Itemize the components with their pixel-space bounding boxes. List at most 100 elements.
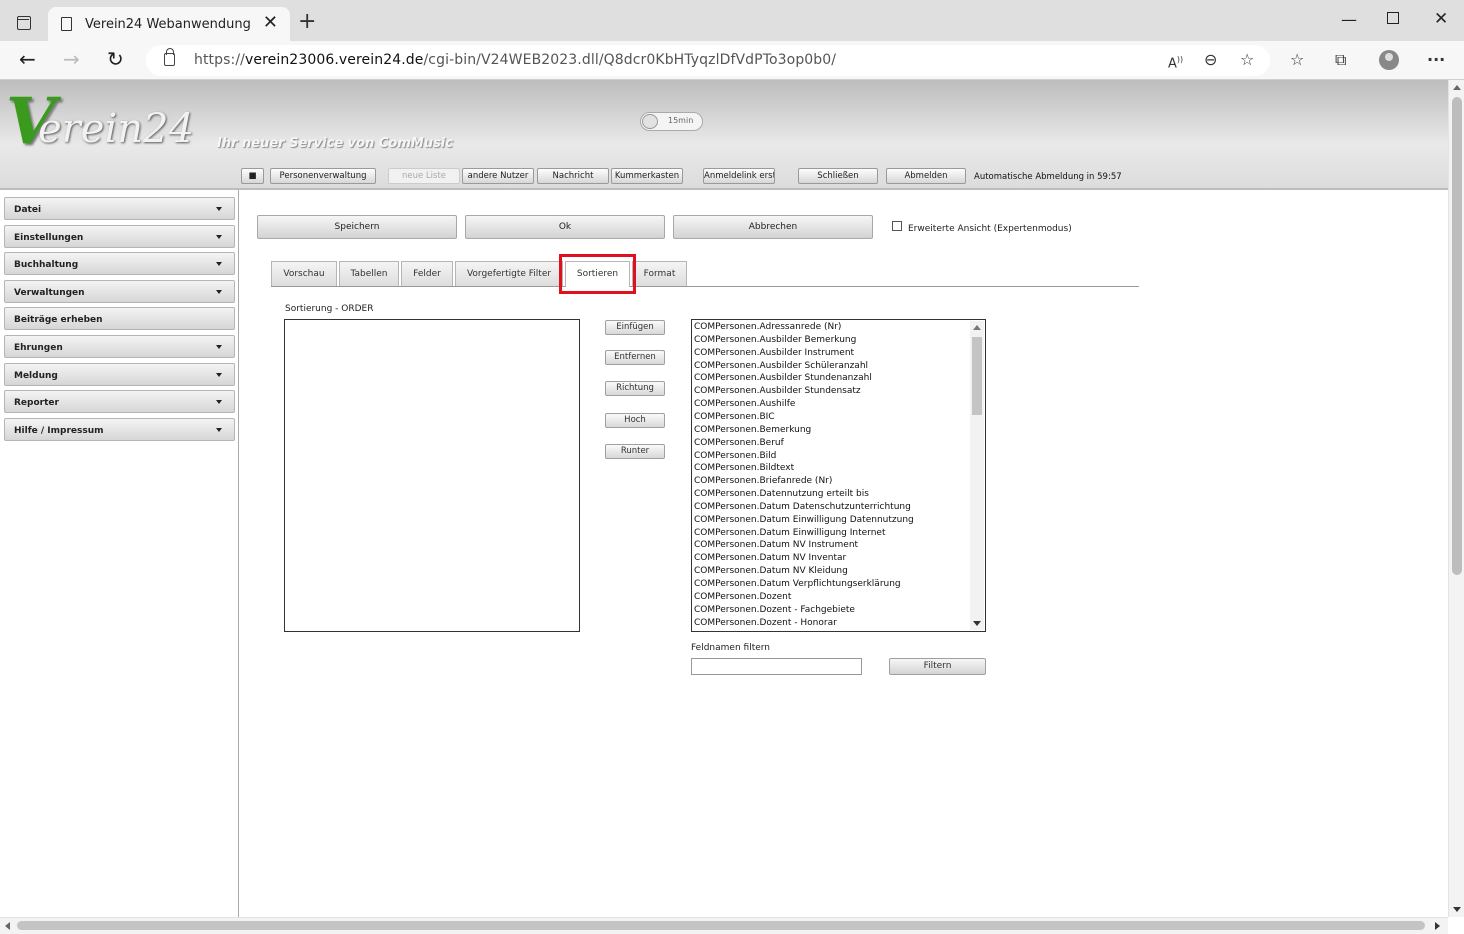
- field-list-item[interactable]: COMPersonen.Ausbilder Instrument: [694, 348, 854, 358]
- save-button[interactable]: Speichern: [257, 215, 457, 239]
- collections-icon[interactable]: ⧉: [1335, 51, 1346, 69]
- logo-text: erein24: [38, 106, 194, 152]
- nachricht-button[interactable]: Nachricht: [537, 168, 609, 184]
- neue-liste-button[interactable]: neue Liste: [388, 168, 460, 184]
- field-list-item[interactable]: COMPersonen.Beruf: [694, 438, 784, 448]
- field-list-item[interactable]: COMPersonen.Datum Datenschutzunterrichtu…: [694, 502, 911, 512]
- ok-button[interactable]: Ok: [465, 215, 665, 239]
- field-list-item[interactable]: COMPersonen.Datum NV Inventar: [694, 553, 846, 563]
- tab-felder[interactable]: Felder: [401, 261, 453, 287]
- filter-button[interactable]: Filtern: [889, 658, 986, 675]
- forward-icon[interactable]: →: [63, 49, 80, 69]
- direction-button[interactable]: Richtung: [605, 381, 665, 396]
- field-list-item[interactable]: COMPersonen.Ausbilder Stundensatz: [694, 386, 861, 396]
- sidebar-item-label: Buchhaltung: [14, 260, 79, 270]
- field-list-item[interactable]: COMPersonen.Datum NV Kleidung: [694, 566, 848, 576]
- scrollbar-thumb[interactable]: [1452, 97, 1462, 575]
- field-list-item[interactable]: COMPersonen.Adressanrede (Nr): [694, 322, 841, 332]
- field-list-item[interactable]: COMPersonen.Dozent: [694, 592, 791, 602]
- caret-down-icon: [216, 235, 222, 239]
- field-filter-input[interactable]: [691, 658, 862, 675]
- field-list-item[interactable]: COMPersonen.BIC: [694, 412, 775, 422]
- field-list-item[interactable]: COMPersonen.Aushilfe: [694, 399, 795, 409]
- anmeldelink-button[interactable]: Anmeldelink erst: [703, 168, 775, 184]
- sort-order-label: Sortierung - ORDER: [285, 304, 374, 314]
- schliessen-button[interactable]: Schließen: [798, 168, 878, 184]
- scrollbar-thumb[interactable]: [972, 337, 982, 415]
- tab-vorschau[interactable]: Vorschau: [271, 261, 337, 287]
- sidebar-item-buchhaltung[interactable]: Buchhaltung: [4, 252, 235, 275]
- field-list-item[interactable]: COMPersonen.Datum Verpflichtungserklärun…: [694, 579, 901, 589]
- field-list-item[interactable]: COMPersonen.Ausbilder Stundenanzahl: [694, 373, 872, 383]
- sidebar-item-label: Reporter: [14, 398, 59, 408]
- field-list-item[interactable]: COMPersonen.Datennutzung erteilt bis: [694, 489, 869, 499]
- abmelden-button[interactable]: Abmelden: [886, 168, 966, 184]
- personenverwaltung-button[interactable]: Personenverwaltung: [270, 168, 376, 184]
- sidebar-item-beitraege[interactable]: Beiträge erheben: [4, 307, 235, 330]
- close-window-icon[interactable]: ✕: [1434, 9, 1448, 29]
- profile-avatar[interactable]: [1379, 50, 1399, 70]
- move-down-button[interactable]: Runter: [605, 444, 665, 459]
- andere-nutzer-button[interactable]: andere Nutzer: [462, 168, 534, 184]
- tab-vorgefertigte-filter[interactable]: Vorgefertigte Filter: [455, 261, 563, 287]
- field-list[interactable]: COMPersonen.Adressanrede (Nr) COMPersonen…: [691, 319, 986, 632]
- scroll-right-arrow-icon[interactable]: [1435, 922, 1440, 930]
- page-vertical-scrollbar[interactable]: [1448, 80, 1464, 917]
- sidebar-item-hilfe[interactable]: Hilfe / Impressum: [4, 418, 235, 441]
- tab-format[interactable]: Format: [632, 261, 687, 287]
- close-tab-icon[interactable]: ✕: [263, 14, 278, 32]
- kummerkasten-button[interactable]: Kummerkasten: [611, 168, 683, 184]
- insert-button[interactable]: Einfügen: [605, 320, 665, 335]
- field-list-item[interactable]: COMPersonen.Bild: [694, 451, 776, 461]
- field-list-item[interactable]: COMPersonen.Briefanrede (Nr): [694, 476, 832, 486]
- menu-square-button[interactable]: ■: [241, 168, 264, 184]
- new-tab-icon[interactable]: +: [298, 11, 316, 33]
- url-field[interactable]: https://verein23006.verein24.de/cgi-bin/…: [146, 45, 1270, 76]
- scroll-down-arrow-icon[interactable]: [973, 621, 981, 626]
- browser-tab-bar: Verein24 Webanwendung ✕ + — ✕: [0, 0, 1464, 41]
- field-list-item[interactable]: COMPersonen.Bildtext: [694, 463, 794, 473]
- sidebar: Datei Einstellungen Buchhaltung Verwaltu…: [0, 190, 239, 917]
- field-list-item[interactable]: COMPersonen.Ausbilder Bemerkung: [694, 335, 856, 345]
- field-list-item[interactable]: COMPersonen.Dozent - Fachgebiete: [694, 605, 855, 615]
- field-list-item[interactable]: COMPersonen.Dozent - Honorar: [694, 618, 837, 628]
- field-list-item[interactable]: COMPersonen.Datum Einwilligung Internet: [694, 528, 885, 538]
- zoom-out-icon[interactable]: ⊖: [1204, 51, 1217, 69]
- browser-tab[interactable]: Verein24 Webanwendung ✕: [48, 7, 290, 41]
- maximize-icon[interactable]: [1387, 12, 1399, 24]
- sidebar-item-datei[interactable]: Datei: [4, 197, 235, 220]
- read-aloud-icon[interactable]: A)): [1168, 51, 1183, 73]
- scrollbar-thumb[interactable]: [17, 921, 1425, 930]
- back-icon[interactable]: ←: [19, 49, 36, 69]
- sidebar-item-verwaltungen[interactable]: Verwaltungen: [4, 280, 235, 303]
- field-list-scrollbar[interactable]: [970, 321, 984, 630]
- minimize-icon[interactable]: —: [1341, 10, 1357, 29]
- scroll-up-arrow-icon[interactable]: [1453, 85, 1461, 90]
- tab-tabellen[interactable]: Tabellen: [339, 261, 399, 287]
- page-horizontal-scrollbar[interactable]: [0, 917, 1448, 934]
- expert-mode-checkbox[interactable]: [892, 221, 902, 231]
- menu-dots-icon[interactable]: ···: [1427, 51, 1445, 69]
- tab-actions-icon[interactable]: [17, 16, 31, 30]
- sort-order-list[interactable]: [284, 319, 580, 632]
- sidebar-item-einstellungen[interactable]: Einstellungen: [4, 225, 235, 248]
- favorites-icon[interactable]: ☆: [1290, 51, 1304, 69]
- field-list-item[interactable]: COMPersonen.Ausbilder Schüleranzahl: [694, 361, 868, 371]
- field-list-item[interactable]: COMPersonen.Datum NV Instrument: [694, 540, 858, 550]
- sidebar-item-reporter[interactable]: Reporter: [4, 390, 235, 413]
- add-favorite-icon[interactable]: ☆: [1240, 51, 1254, 69]
- refresh-icon[interactable]: ↻: [107, 49, 124, 69]
- move-up-button[interactable]: Hoch: [605, 413, 665, 428]
- field-list-item[interactable]: COMPersonen.Datum Einwilligung Datennutz…: [694, 515, 914, 525]
- scroll-up-arrow-icon[interactable]: [973, 325, 981, 330]
- caret-down-icon: [216, 345, 222, 349]
- sidebar-item-ehrungen[interactable]: Ehrungen: [4, 335, 235, 358]
- session-timer-toggle[interactable]: 15min: [640, 112, 703, 131]
- sidebar-item-meldung[interactable]: Meldung: [4, 363, 235, 386]
- lock-icon[interactable]: [164, 48, 175, 66]
- field-list-item[interactable]: COMPersonen.Bemerkung: [694, 425, 811, 435]
- remove-button[interactable]: Entfernen: [605, 350, 665, 365]
- scroll-left-arrow-icon[interactable]: [5, 922, 10, 930]
- scroll-down-arrow-icon[interactable]: [1453, 907, 1461, 912]
- cancel-button[interactable]: Abbrechen: [673, 215, 873, 239]
